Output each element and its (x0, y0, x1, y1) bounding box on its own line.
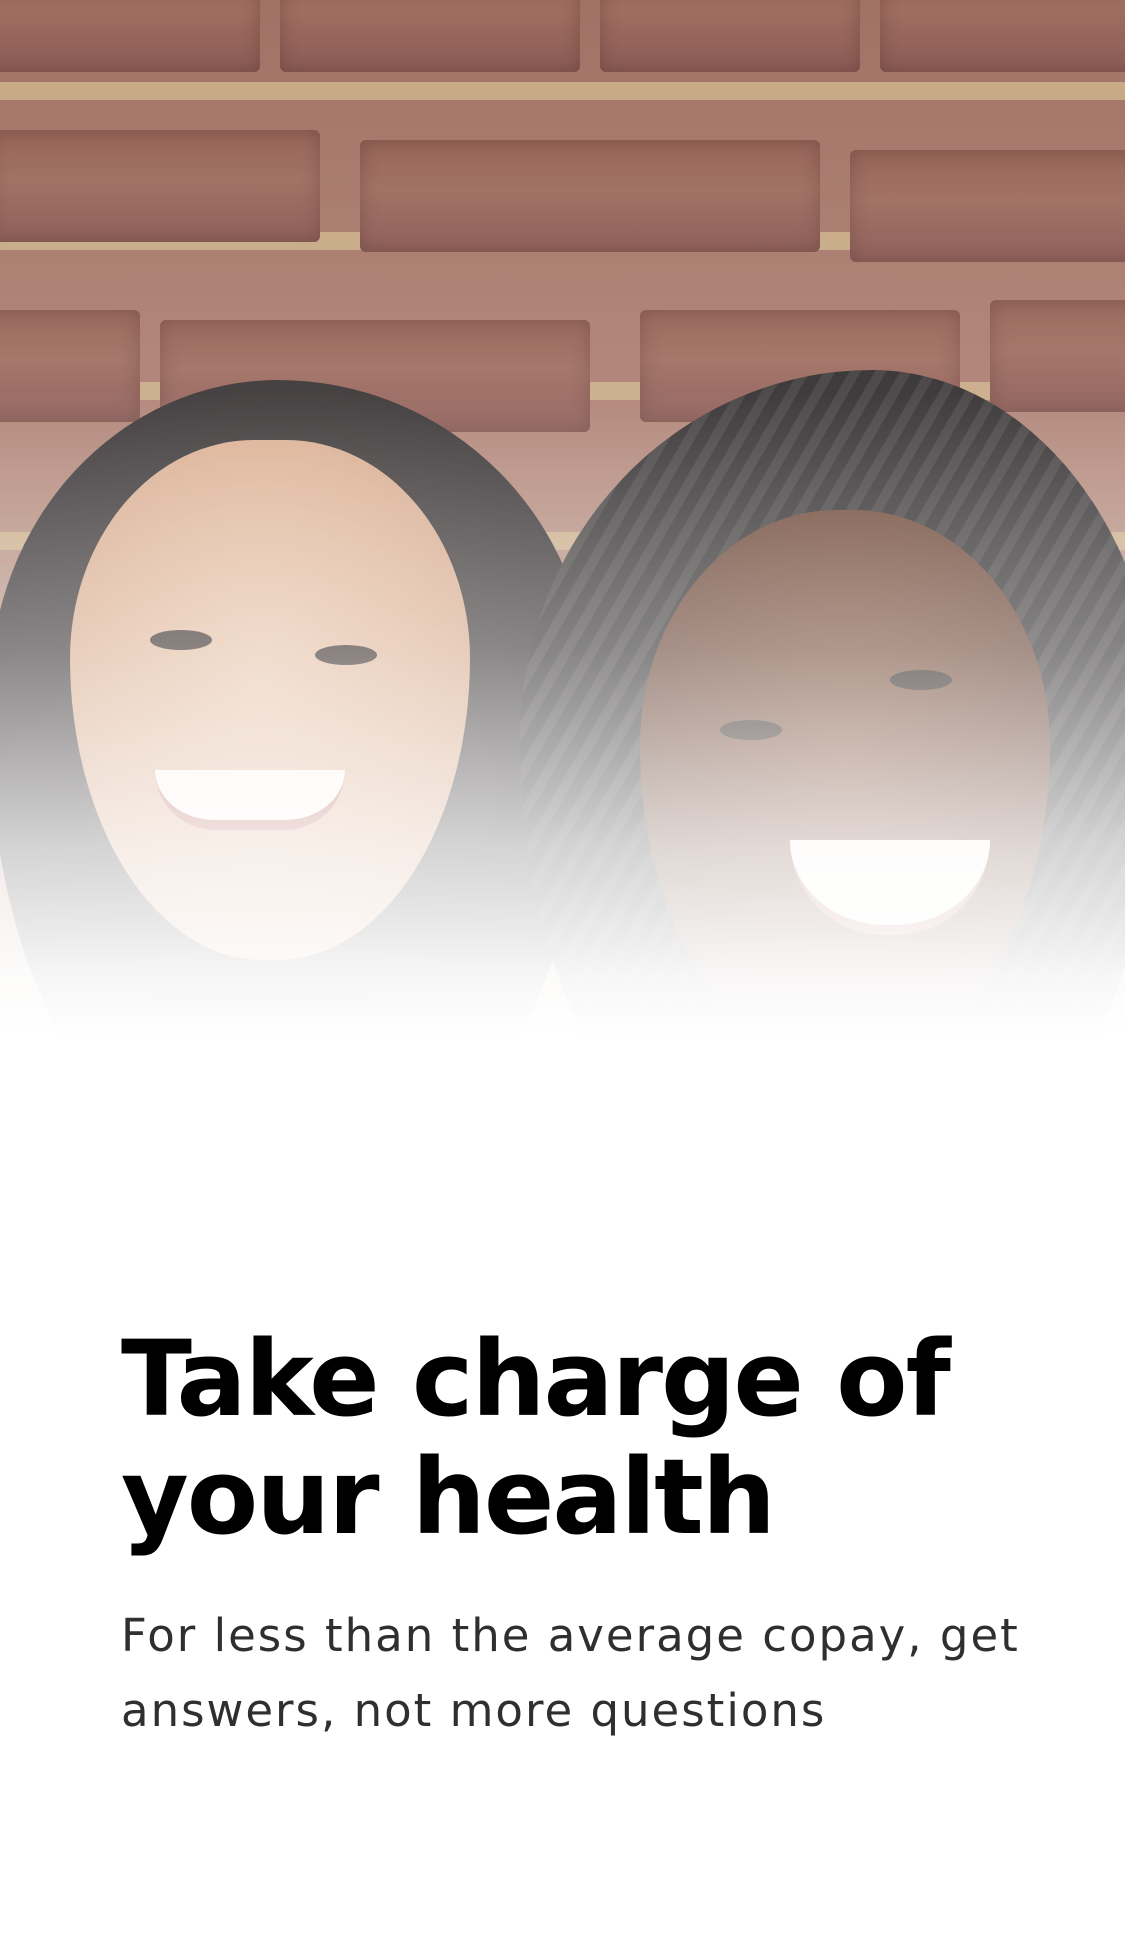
headline: Take charge of your health (121, 1320, 1021, 1556)
subtitle-line-1: For less than the average copay, get (121, 1609, 1020, 1662)
hero-photo (0, 0, 1125, 1300)
subtitle-line-2: answers, not more questions (121, 1684, 827, 1737)
subtitle: For less than the average copay, get ans… (121, 1598, 1021, 1748)
headline-line-2: your health (121, 1436, 776, 1558)
onboarding-text: Take charge of your health For less than… (121, 1320, 1021, 1748)
photo-fade-overlay (0, 0, 1125, 1300)
headline-line-1: Take charge of (121, 1318, 951, 1440)
